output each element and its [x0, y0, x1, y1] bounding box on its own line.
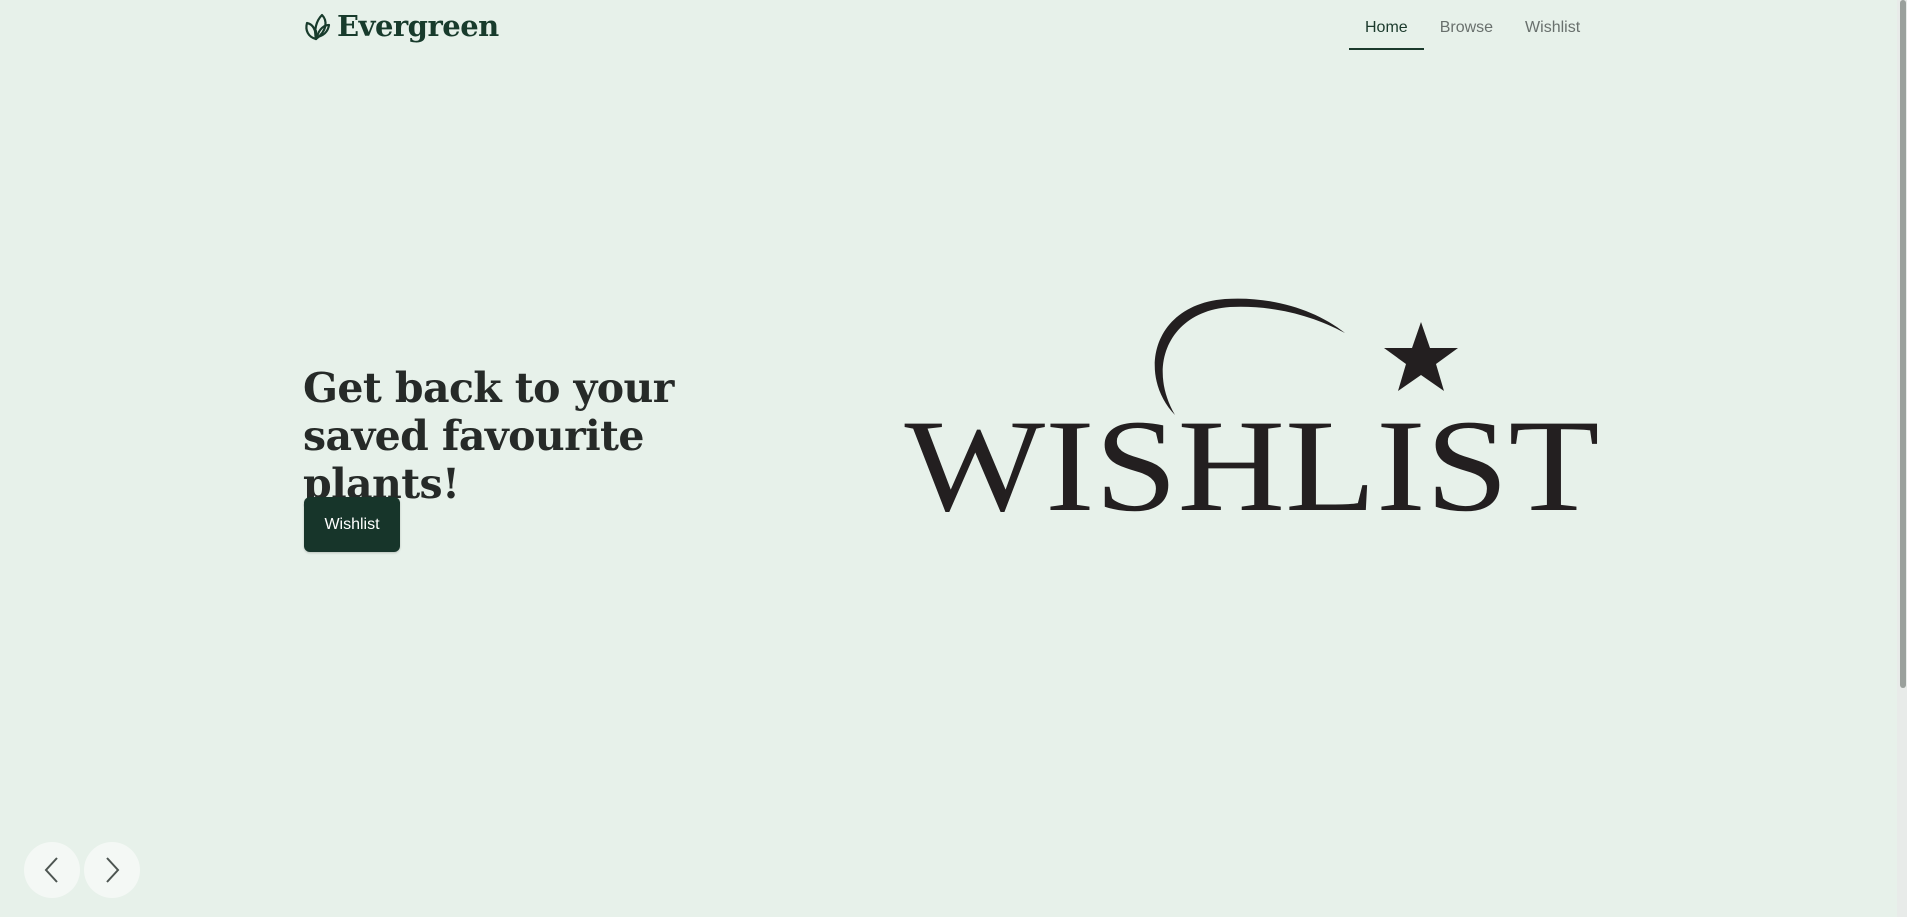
brand-name: Evergreen — [337, 8, 499, 43]
nav-wishlist[interactable]: Wishlist — [1509, 0, 1596, 50]
chevron-left-icon — [44, 857, 58, 883]
leaf-logo-icon — [305, 13, 331, 41]
scrollbar-thumb[interactable] — [1900, 0, 1906, 688]
page-scrollbar[interactable] — [1897, 0, 1907, 917]
site-header: Evergreen Home Browse Wishlist — [0, 0, 1897, 52]
page: Evergreen Home Browse Wishlist Get back … — [0, 0, 1907, 917]
carousel-next-button[interactable] — [84, 842, 140, 898]
brand-link[interactable]: Evergreen — [303, 11, 499, 41]
nav-home[interactable]: Home — [1349, 0, 1424, 50]
nav-browse[interactable]: Browse — [1424, 0, 1509, 50]
star-icon — [1384, 322, 1458, 391]
wishlist-button[interactable]: Wishlist — [304, 497, 400, 552]
chevron-right-icon — [106, 857, 120, 883]
main-nav: Home Browse Wishlist — [1349, 0, 1596, 52]
carousel-prev-button[interactable] — [24, 842, 80, 898]
logo-text: WISHLIST — [905, 392, 1600, 525]
hero-title: Get back to your saved favourite plants! — [303, 364, 674, 508]
wishlist-logo: WISHLIST — [905, 298, 1600, 525]
carousel-controls — [24, 842, 140, 898]
